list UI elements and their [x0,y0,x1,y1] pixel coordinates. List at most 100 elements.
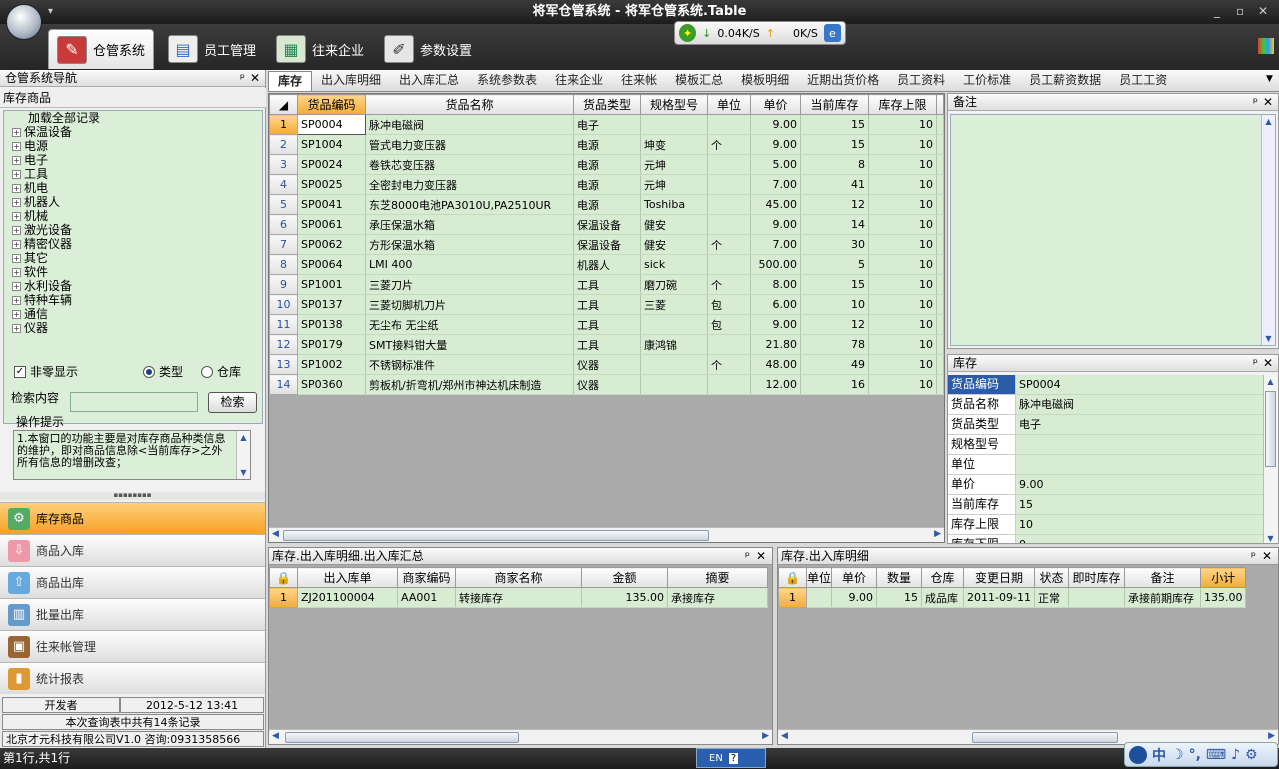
tree-item[interactable]: + 其它 [4,251,262,265]
grid-corner[interactable]: ◢ [269,94,298,115]
cell-doc[interactable]: ZJ201100004 [297,587,398,608]
cell-name[interactable]: 剪板机/折弯机/郑州市神达机床制造 [365,374,574,395]
detail-scrollbar[interactable]: ▲ ▼ [1263,375,1278,543]
cell-qty[interactable]: 15 [876,587,923,608]
detail-value[interactable]: 电子 [1016,415,1264,435]
cell-stock[interactable]: 15 [800,274,869,295]
cell-extra[interactable] [936,254,944,275]
tree-item[interactable]: + 机械 [4,209,262,223]
table-row[interactable]: 1 ZJ201100004 AA001 转接库存 135.00 承接库存 [269,587,768,608]
row-number[interactable]: 3 [269,154,298,175]
row-number[interactable]: 9 [269,274,298,295]
table-row[interactable]: 8 SP0064 LMI 400 机器人 sick 500.00 5 10 [269,254,944,275]
tree-item[interactable]: + 仪器 [4,321,262,335]
tip-scrollbar[interactable]: ▲ ▼ [236,431,250,479]
cell-stock[interactable]: 78 [800,334,869,355]
cell-price[interactable]: 12.00 [750,374,801,395]
column-header[interactable]: 商家名称 [455,567,582,588]
radio-warehouse[interactable]: 仓库 [201,363,241,380]
close-button[interactable]: ✕ [1258,4,1268,18]
tree-item[interactable]: + 激光设备 [4,223,262,237]
tab-overflow-icon[interactable]: ▼ [1266,74,1273,84]
expand-icon[interactable]: + [12,309,21,319]
detail-value[interactable]: 9.00 [1016,475,1264,495]
cell-spec[interactable]: 三菱 [640,294,708,315]
expand-icon[interactable]: + [12,225,21,235]
cell-instant[interactable] [1068,587,1125,608]
scroll-down-icon[interactable]: ▼ [1264,532,1277,543]
table-row[interactable]: 1 SP0004 脉冲电磁阀 电子 9.00 15 10 [269,114,944,135]
cell-price[interactable]: 21.80 [750,334,801,355]
detail-value[interactable]: 0 [1016,535,1264,543]
cell-stock[interactable]: 14 [800,214,869,235]
cell-unit[interactable] [707,334,751,355]
tree-item[interactable]: + 特种车辆 [4,293,262,307]
nav-item-1[interactable]: ⇩ 商品入库 [0,534,265,566]
search-button[interactable]: 检索 [208,392,257,413]
cell-name[interactable]: 管式电力变压器 [365,134,574,155]
cell-type[interactable]: 工具 [573,294,641,315]
row-number[interactable]: 7 [269,234,298,255]
scroll-left-icon[interactable]: ◀ [272,731,279,741]
cell-type[interactable]: 机器人 [573,254,641,275]
cell-unit[interactable]: 个 [707,274,751,295]
ribbon-tab-company[interactable]: ▦ 往来企业 [268,29,372,69]
cell-code[interactable]: SP0137 [297,294,366,315]
cell-spec[interactable] [640,314,708,335]
cell-spec[interactable] [640,354,708,375]
cell-extra[interactable] [936,314,944,335]
cell-stock[interactable]: 12 [800,314,869,335]
cell-name[interactable]: 无尘布 无尘纸 [365,314,574,335]
cell-name[interactable]: 三菱切脚机刀片 [365,294,574,315]
cell-max[interactable]: 10 [868,114,937,135]
column-header[interactable]: 备注 [1123,567,1201,588]
scroll-right-icon[interactable]: ▶ [934,529,941,539]
cell-subtotal[interactable]: 135.00 [1200,587,1247,608]
detail-value[interactable] [1016,435,1264,455]
column-header[interactable]: 即时库存 [1067,567,1125,588]
tab-6[interactable]: 模板汇总 [666,71,732,91]
cell-name[interactable]: 承压保温水箱 [365,214,574,235]
cell-name[interactable]: 方形保温水箱 [365,234,574,255]
row-number[interactable]: 1 [778,587,807,608]
cell-memo[interactable]: 承接库存 [667,587,768,608]
cell-amount[interactable]: 135.00 [581,587,668,608]
nav-item-3[interactable]: ▥ 批量出库 [0,598,265,630]
column-header[interactable]: 数量 [876,567,923,588]
expand-icon[interactable]: + [12,239,21,249]
scroll-thumb[interactable] [1265,391,1276,467]
cell-unit[interactable] [806,587,833,608]
scroll-thumb[interactable] [285,732,519,743]
cell-extra[interactable] [936,334,944,355]
detail-value[interactable] [1016,455,1264,475]
column-header[interactable]: 变更日期 [963,567,1035,588]
cell-price[interactable]: 9.00 [750,114,801,135]
table-row[interactable]: 2 SP1004 管式电力变压器 电源 坤变个 9.00 15 10 [269,134,944,155]
detail-value[interactable]: 脉冲电磁阀 [1016,395,1264,415]
tree-item[interactable]: + 机器人 [4,195,262,209]
scroll-right-icon[interactable]: ▶ [762,731,769,741]
cell-extra[interactable] [936,294,944,315]
cell-type[interactable]: 工具 [573,274,641,295]
nav-item-2[interactable]: ⇧ 商品出库 [0,566,265,598]
tab-0[interactable]: 库存 [268,71,313,91]
cell-code[interactable]: SP0064 [297,254,366,275]
tree-item[interactable]: + 软件 [4,265,262,279]
cell-name[interactable]: LMI 400 [365,254,574,275]
cell-stock[interactable]: 30 [800,234,869,255]
column-header[interactable]: 单价 [831,567,878,588]
cell-extra[interactable] [936,114,944,135]
cell-max[interactable]: 10 [868,154,937,175]
cell-type[interactable]: 工具 [573,334,641,355]
cell-type[interactable]: 电源 [573,174,641,195]
nav-item-5[interactable]: ▮ 统计报表 [0,662,265,694]
expand-icon[interactable]: + [12,267,21,277]
expand-icon[interactable]: + [12,253,21,263]
cell-spec[interactable]: 康鸿锦 [640,334,708,355]
cell-code[interactable]: SP0041 [297,194,366,215]
expand-icon[interactable]: + [12,211,21,221]
row-number[interactable]: 11 [269,314,298,335]
expand-icon[interactable]: + [12,295,21,305]
cell-type[interactable]: 工具 [573,314,641,335]
horizontal-scrollbar[interactable]: ◀ ▶ [269,527,944,542]
